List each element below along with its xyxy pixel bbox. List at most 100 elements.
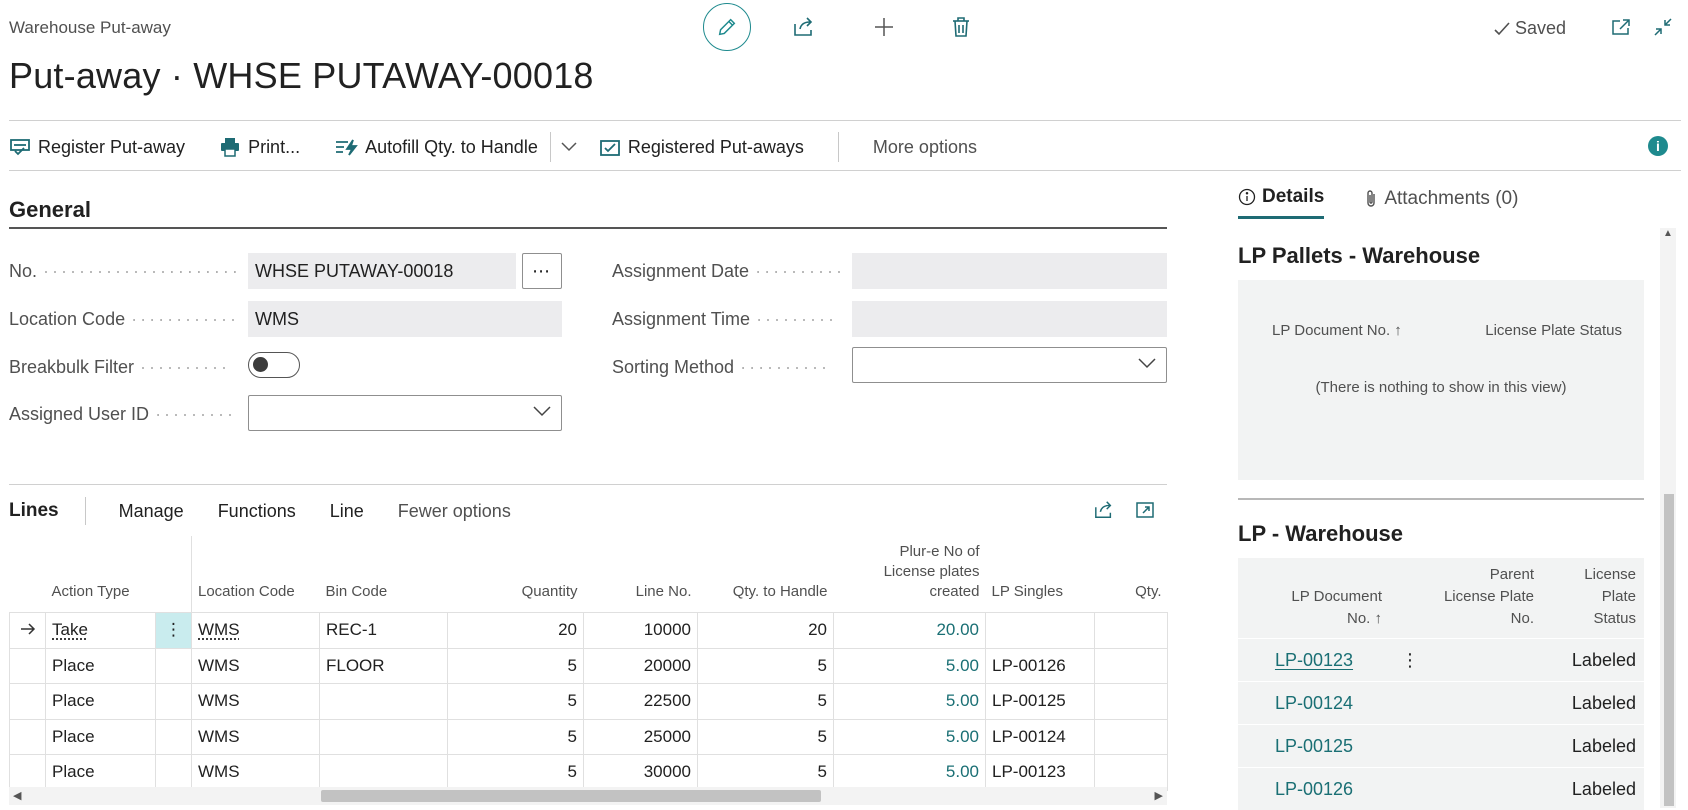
lines-share-button[interactable]	[1086, 492, 1122, 528]
lp-document-link[interactable]: LP-00123	[1238, 638, 1390, 682]
print-action[interactable]: Print...	[219, 137, 300, 158]
qty-to-handle-cell[interactable]: 5	[697, 754, 834, 791]
register-putaway-action[interactable]: Register Put-away	[9, 137, 185, 158]
location-code-cell[interactable]: WMS	[191, 647, 320, 684]
quantity-cell[interactable]: 5	[447, 754, 584, 791]
tab-attachments[interactable]: Attachments (0)	[1364, 186, 1518, 219]
col-location-code[interactable]: Location Code	[192, 536, 320, 613]
no-assist-button[interactable]: ⋯	[522, 253, 562, 289]
lines-menu-fewer-options[interactable]: Fewer options	[398, 501, 511, 522]
row-menu-button[interactable]: ⋮	[155, 612, 192, 648]
qty-to-handle-cell[interactable]: 20	[697, 612, 834, 648]
location-code-field[interactable]: WMS	[248, 301, 562, 337]
col-bin-code[interactable]: Bin Code	[320, 536, 448, 613]
assignment-date-field[interactable]	[852, 253, 1167, 289]
list-item[interactable]: LP-00123 ⋮ Labeled	[1238, 638, 1644, 682]
plur-license-plates-cell[interactable]: 5.00	[833, 647, 986, 684]
row-selector[interactable]	[9, 754, 46, 791]
col-parent-license-plate-no[interactable]: Parent License Plate No.	[1430, 558, 1542, 639]
lines-horizontal-scrollbar[interactable]: ◀ ▶	[9, 787, 1167, 805]
list-item[interactable]: LP-00125 Labeled	[1238, 724, 1644, 768]
action-type-cell[interactable]: Place	[45, 718, 156, 755]
delete-button[interactable]	[943, 9, 979, 45]
sorting-method-select[interactable]	[852, 347, 1167, 383]
col-lp-singles[interactable]: LP Singles	[986, 536, 1095, 613]
assigned-user-id-select[interactable]	[248, 395, 562, 431]
action-type-cell[interactable]: Place	[45, 647, 156, 684]
scroll-right-icon[interactable]: ▶	[1155, 789, 1163, 802]
scroll-up-icon[interactable]: ▲	[1663, 228, 1673, 239]
col-lp-document-no[interactable]: LP Document No. ↑	[1272, 322, 1402, 339]
lp-document-link[interactable]: LP-00124	[1238, 681, 1390, 725]
registered-putaways-action[interactable]: Registered Put-aways	[599, 137, 804, 158]
more-options-action[interactable]: More options	[873, 137, 977, 158]
plur-license-plates-cell[interactable]: 5.00	[833, 683, 986, 719]
lines-menu-functions[interactable]: Functions	[218, 501, 296, 522]
lines-menu-manage[interactable]: Manage	[119, 501, 184, 522]
qty-to-handle-cell[interactable]: 5	[697, 718, 834, 755]
lines-menu-line[interactable]: Line	[330, 501, 364, 522]
location-code-cell[interactable]: WMS	[191, 683, 320, 719]
lp-singles-cell[interactable]: LP-00126	[985, 647, 1095, 684]
table-row[interactable]: Take ⋮ WMS REC-1 20 10000 20 20.00	[9, 612, 1168, 648]
lp-document-link[interactable]: LP-00126	[1238, 767, 1390, 810]
col-line-no[interactable]: Line No.	[584, 536, 698, 613]
plur-license-plates-cell[interactable]: 5.00	[833, 754, 986, 791]
col-lp-document-no[interactable]: LP Document No. ↑	[1238, 558, 1390, 639]
table-row[interactable]: Place WMS 5 22500 5 5.00 LP-00125	[9, 683, 1168, 719]
location-code-cell[interactable]: WMS	[191, 612, 320, 648]
autofill-qty-action[interactable]: Autofill Qty. to Handle	[334, 137, 538, 158]
table-row[interactable]: Place WMS 5 30000 5 5.00 LP-00123	[9, 754, 1168, 791]
col-action-type[interactable]: Action Type	[46, 536, 156, 613]
info-icon[interactable]: i	[1648, 136, 1668, 156]
scrollbar-thumb[interactable]	[321, 790, 821, 802]
row-selector[interactable]	[9, 612, 46, 648]
lp-warehouse-title[interactable]: LP - Warehouse	[1238, 521, 1403, 547]
row-menu-button[interactable]: ⋮	[1390, 638, 1430, 682]
collapse-button[interactable]	[1645, 9, 1681, 45]
lp-singles-cell[interactable]: LP-00123	[985, 754, 1095, 791]
lp-singles-cell[interactable]: LP-00124	[985, 718, 1095, 755]
col-quantity[interactable]: Quantity	[448, 536, 584, 613]
autofill-dropdown[interactable]	[561, 142, 577, 152]
qty-to-handle-cell[interactable]: 5	[697, 683, 834, 719]
general-section-title[interactable]: General	[9, 197, 91, 223]
share-button[interactable]	[786, 9, 822, 45]
assignment-time-field[interactable]	[852, 301, 1167, 337]
action-type-cell[interactable]: Place	[45, 754, 156, 791]
plur-license-plates-cell[interactable]: 5.00	[833, 718, 986, 755]
bin-code-cell[interactable]	[319, 683, 448, 719]
location-code-cell[interactable]: WMS	[191, 718, 320, 755]
list-item[interactable]: LP-00124 Labeled	[1238, 681, 1644, 725]
quantity-cell[interactable]: 5	[447, 683, 584, 719]
list-item[interactable]: LP-00126 Labeled	[1238, 767, 1644, 810]
quantity-cell[interactable]: 5	[447, 718, 584, 755]
col-license-plate-status[interactable]: License Plate Status	[1485, 322, 1622, 339]
table-row[interactable]: Place WMS FLOOR 5 20000 5 5.00 LP-00126	[9, 647, 1168, 684]
tab-details[interactable]: Details	[1238, 186, 1325, 219]
col-qty[interactable]: Qty.	[1095, 536, 1168, 613]
row-selector[interactable]	[9, 718, 46, 755]
qty-to-handle-cell[interactable]: 5	[697, 647, 834, 684]
bin-code-cell[interactable]: REC-1	[319, 612, 448, 648]
col-qty-to-handle[interactable]: Qty. to Handle	[698, 536, 834, 613]
row-selector[interactable]	[9, 647, 46, 684]
action-type-cell[interactable]: Place	[45, 683, 156, 719]
lines-title[interactable]: Lines	[9, 500, 59, 522]
bin-code-cell[interactable]	[319, 754, 448, 791]
no-field[interactable]: WHSE PUTAWAY-00018	[248, 253, 516, 289]
lp-singles-cell[interactable]	[985, 612, 1095, 648]
col-license-plate-status[interactable]: License Plate Status	[1542, 558, 1644, 639]
action-type-cell[interactable]: Take	[45, 612, 156, 648]
table-row[interactable]: Place WMS 5 25000 5 5.00 LP-00124	[9, 718, 1168, 755]
lp-document-link[interactable]: LP-00125	[1238, 724, 1390, 768]
breakbulk-filter-toggle[interactable]	[248, 352, 300, 378]
bin-code-cell[interactable]: FLOOR	[319, 647, 448, 684]
open-new-window-button[interactable]	[1603, 9, 1639, 45]
scrollbar-thumb[interactable]	[1664, 494, 1674, 806]
row-selector[interactable]	[9, 683, 46, 719]
quantity-cell[interactable]: 5	[447, 647, 584, 684]
lines-expand-button[interactable]	[1127, 492, 1163, 528]
plur-license-plates-cell[interactable]: 20.00	[833, 612, 986, 648]
new-button[interactable]	[866, 9, 902, 45]
